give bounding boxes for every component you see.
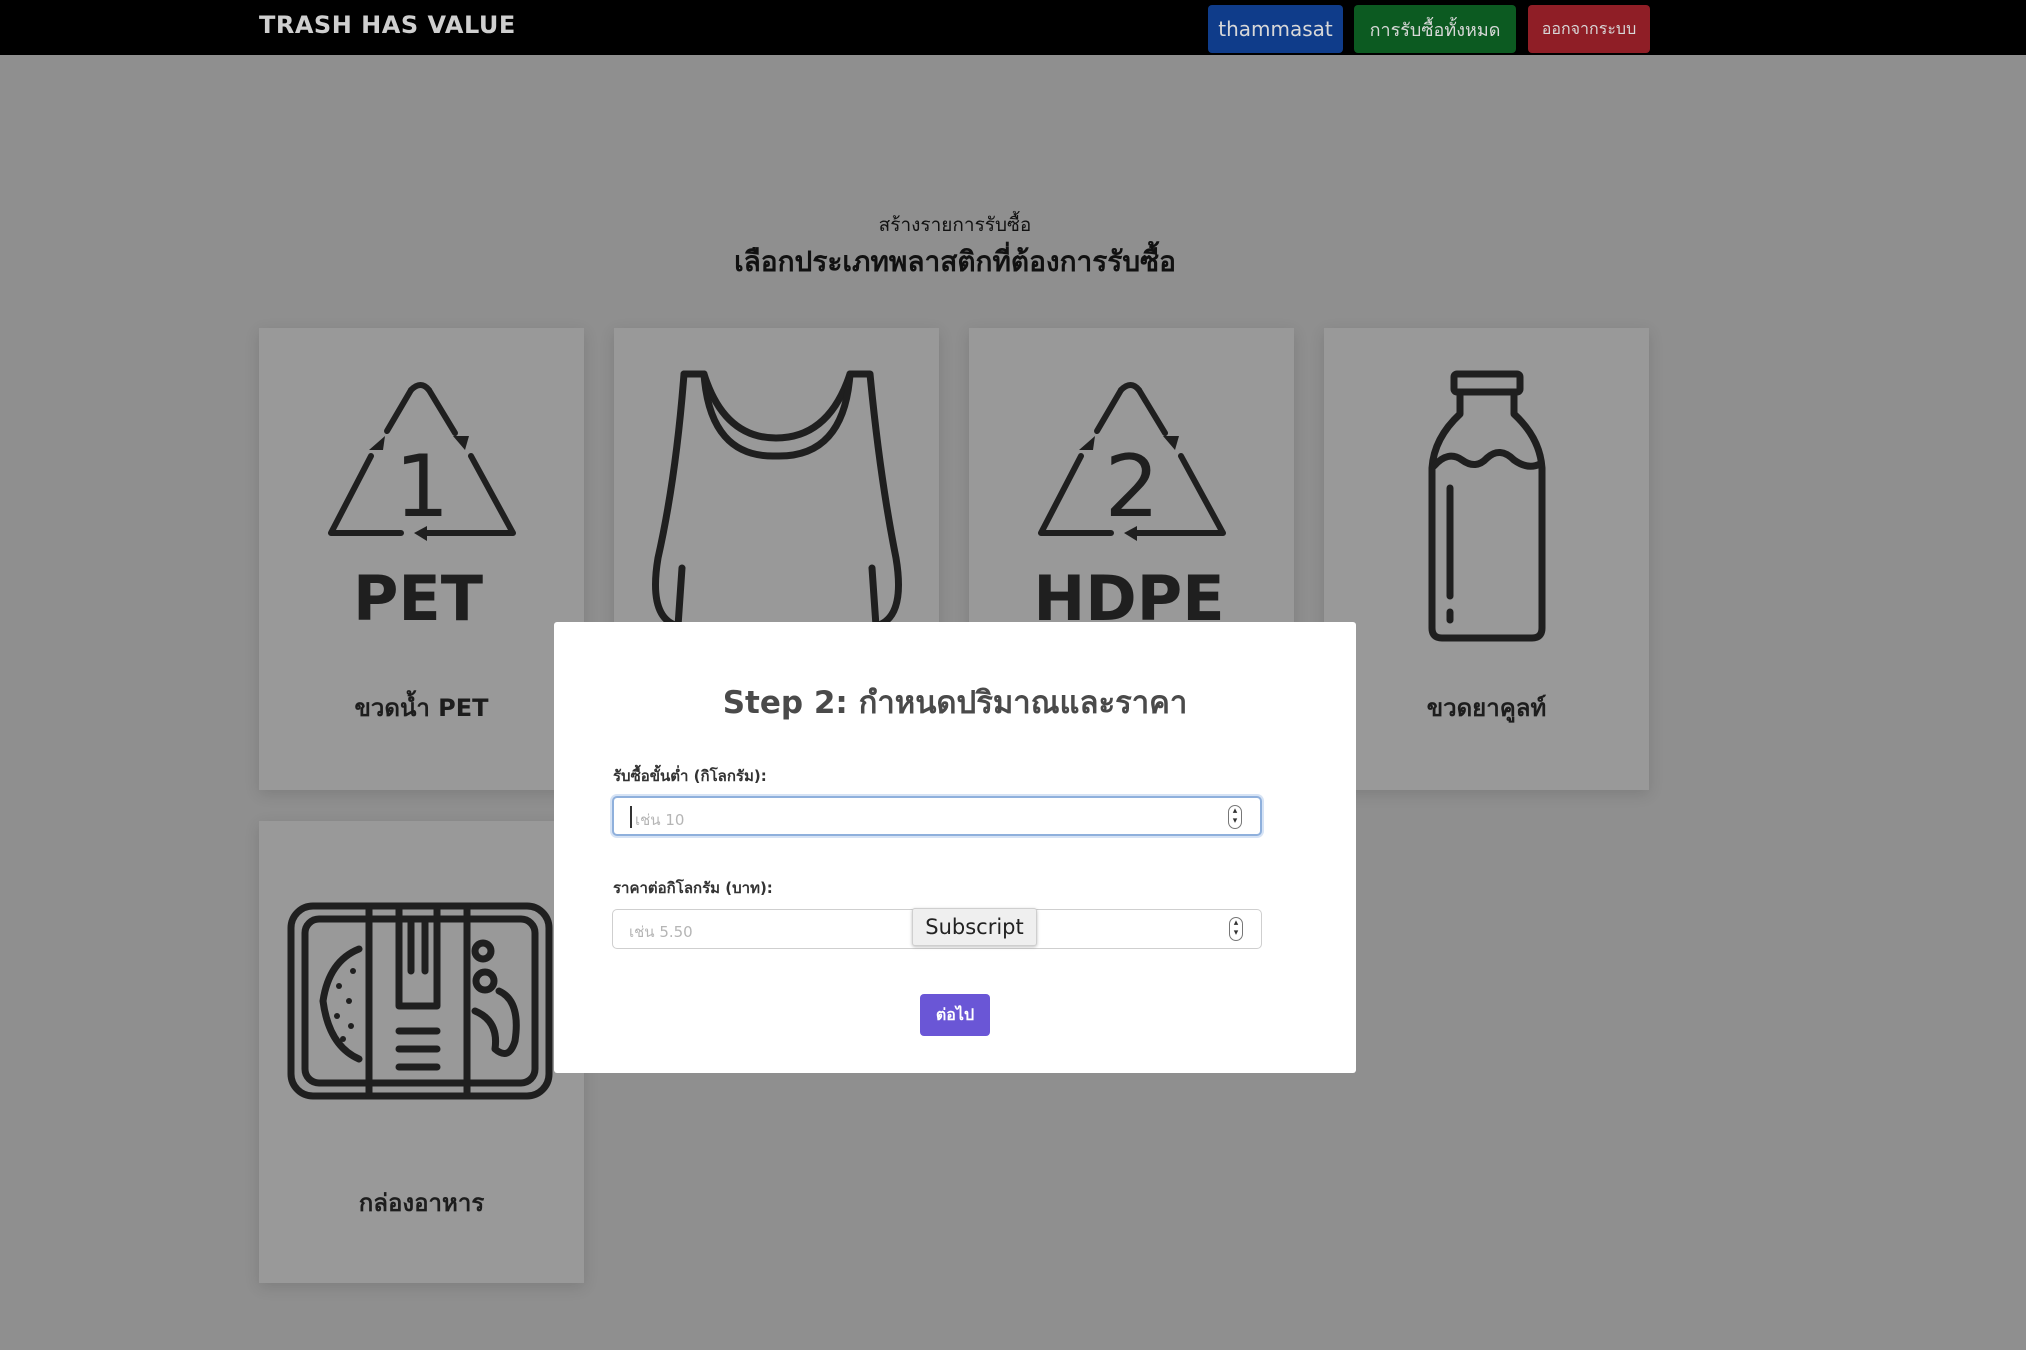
number-spinner-icon[interactable]: ▴ ▾ [1228, 805, 1242, 829]
next-button[interactable]: ต่อไป [920, 994, 990, 1036]
card-label: ขวดน้ำ PET [354, 694, 489, 722]
card-pet-bottle[interactable]: 1 PET ขวดน้ำ PET [259, 328, 584, 790]
food-box-icon [287, 902, 553, 1100]
card-label: กล่องอาหาร [358, 1189, 485, 1217]
recycle-number: 1 [395, 437, 450, 537]
page-subtitle: สร้างรายการรับซื้อ [878, 214, 1032, 236]
all-purchases-button[interactable]: การรับซื้อทั้งหมด [1354, 5, 1516, 53]
step2-modal: Step 2: กำหนดปริมาณและราคา รับซื้อขั้นต่… [554, 622, 1356, 1073]
hdpe-recycle-2-icon: 2 HDPE [1033, 382, 1226, 635]
card-yakult-bottle[interactable]: ขวดยาคูลท์ [1324, 328, 1649, 790]
price-placeholder: เช่น 5.50 [629, 923, 693, 941]
card-food-box[interactable]: กล่องอาหาร [259, 821, 584, 1283]
tooltip: Subscript [912, 908, 1037, 946]
min-weight-label: รับซื้อขั้นต่ำ (กิโลกรัม): [613, 767, 767, 785]
navbar: TRASH HAS VALUE thammasat การรับซื้อทั้ง… [0, 0, 2026, 55]
text-caret [630, 806, 632, 828]
user-button[interactable]: thammasat [1208, 5, 1343, 53]
min-weight-input[interactable]: เช่น 10 ▴ ▾ [612, 796, 1262, 836]
plastic-bag-icon [652, 370, 902, 630]
logout-button[interactable]: ออกจากระบบ [1528, 5, 1650, 53]
yakult-bottle-icon [1428, 370, 1546, 642]
number-spinner-icon[interactable]: ▴ ▾ [1229, 917, 1243, 941]
card-label: ขวดยาคูลท์ [1426, 694, 1547, 722]
page-title: เลือกประเภทพลาสติกที่ต้องการรับซื้อ [734, 245, 1176, 278]
modal-title: Step 2: กำหนดปริมาณและราคา [722, 685, 1188, 721]
pet-recycle-1-icon: 1 PET [328, 382, 516, 635]
brand-logo[interactable]: TRASH HAS VALUE [259, 11, 516, 39]
price-per-kg-label: ราคาต่อกิโลกรัม (บาท): [613, 879, 773, 897]
recycle-number: 2 [1105, 437, 1160, 537]
min-weight-placeholder: เช่น 10 [635, 811, 685, 829]
recycle-code: PET [353, 562, 483, 635]
